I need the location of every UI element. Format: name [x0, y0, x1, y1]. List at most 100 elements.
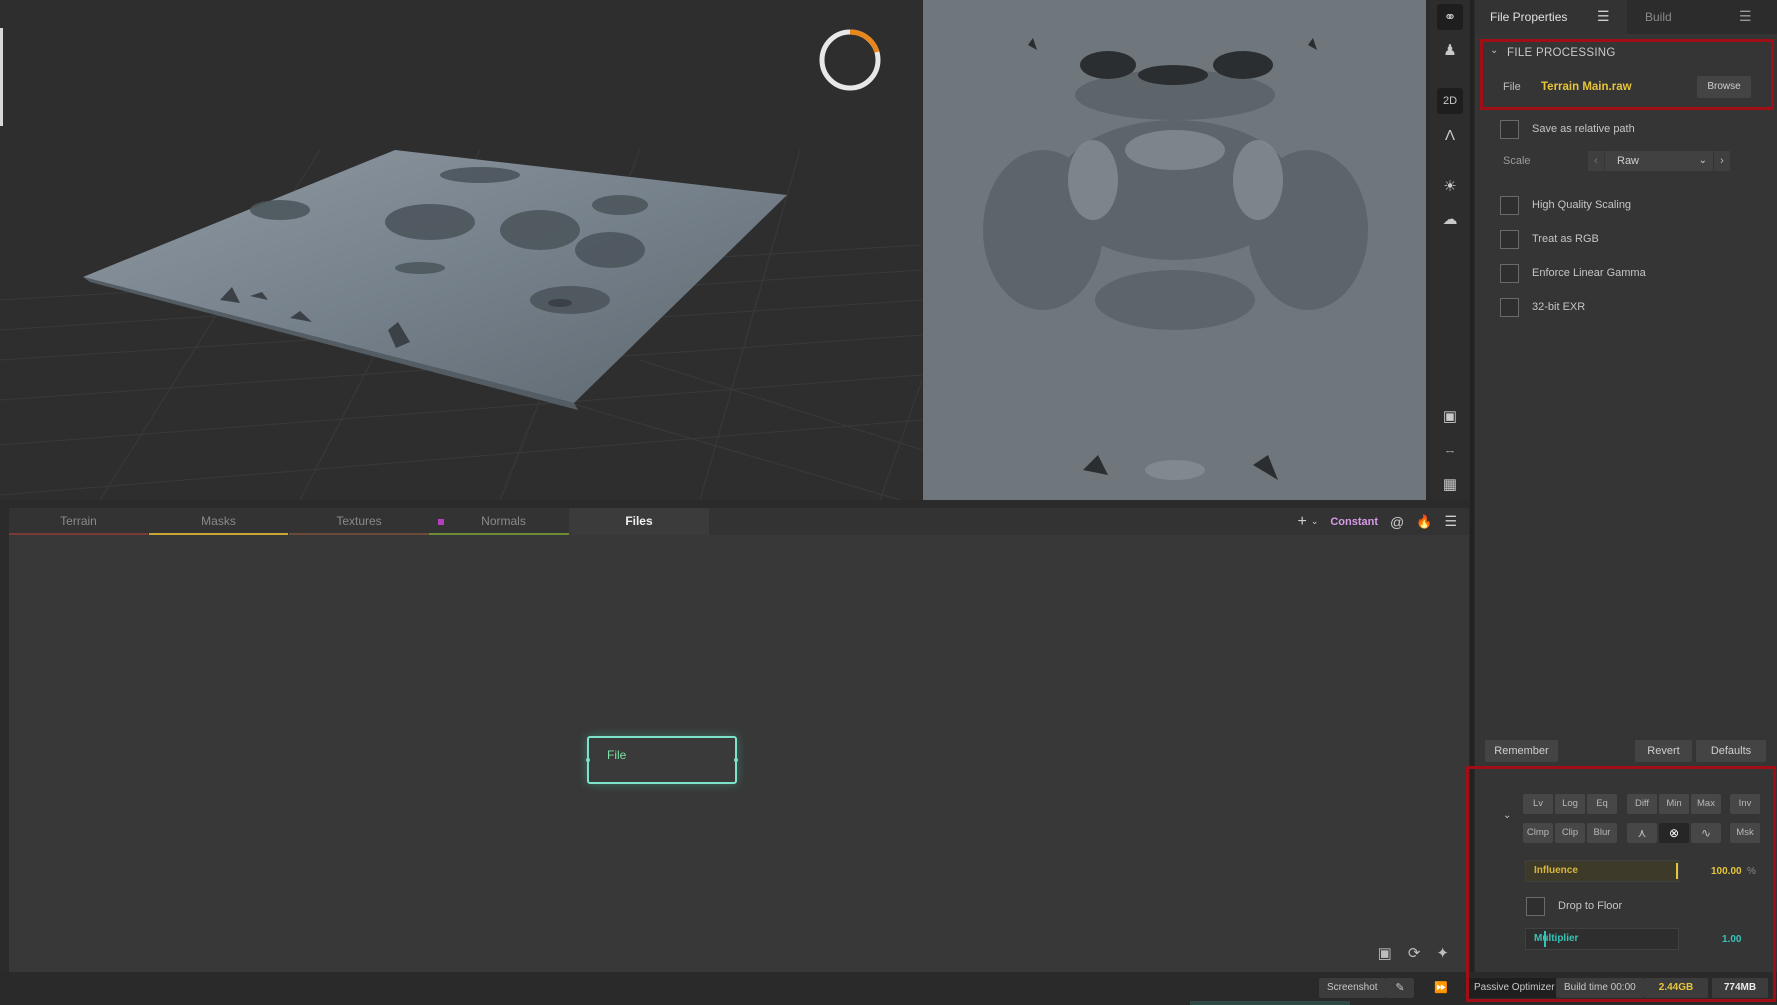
tab-textures[interactable]: Textures: [289, 508, 429, 535]
modifier-log-button[interactable]: Log: [1555, 794, 1585, 814]
add-node-button[interactable]: +: [1297, 513, 1306, 531]
scale-dropdown[interactable]: Raw ⌄: [1605, 151, 1713, 171]
save-relative-row[interactable]: Save as relative path: [1500, 119, 1635, 139]
text-a-icon[interactable]: Λ: [1437, 122, 1463, 148]
chevron-down-icon[interactable]: ⌄: [1490, 45, 1498, 56]
node-input-port[interactable]: [586, 758, 590, 762]
chevron-down-icon[interactable]: ⌄: [1311, 516, 1319, 527]
modifier-msk-button[interactable]: Msk: [1730, 823, 1760, 843]
memory-usage-status: 2.44GB: [1644, 978, 1708, 998]
modifier-clmp-button[interactable]: Clmp: [1523, 823, 1553, 843]
tab-textures-label: Textures: [336, 514, 382, 528]
terrain-3d-render: [0, 29, 922, 500]
at-sign-icon[interactable]: @: [1390, 514, 1404, 530]
influence-handle[interactable]: [1676, 863, 1678, 879]
viewport-toolbar: ⚭ ♟ 2D Λ ☀ ☁ ▣ ⧿ ▦: [1431, 0, 1469, 500]
viewport-3d[interactable]: [0, 0, 922, 500]
blend-circle-icon[interactable]: ⊗: [1659, 823, 1689, 843]
drop-to-floor-row[interactable]: Drop to Floor: [1526, 896, 1622, 916]
link-icon[interactable]: ⚭: [1437, 4, 1463, 30]
menu-icon[interactable]: ☰: [1739, 8, 1752, 25]
modifier-max-button[interactable]: Max: [1691, 794, 1721, 814]
defaults-button[interactable]: Defaults: [1696, 740, 1766, 762]
node-title: File: [607, 748, 627, 762]
modifier-clip-button[interactable]: Clip: [1555, 823, 1585, 843]
flame-icon[interactable]: 🔥: [1416, 514, 1432, 530]
graph-node-file[interactable]: File: [586, 736, 738, 784]
mode-constant-label[interactable]: Constant: [1330, 516, 1378, 528]
modifier-lv-button[interactable]: Lv: [1523, 794, 1553, 814]
node-graph-panel[interactable]: Terrain Masks Textures Normals Files + ⌄…: [9, 508, 1469, 972]
compass-icon[interactable]: ⧿: [1437, 437, 1463, 463]
multiplier-value[interactable]: 1.00: [1722, 934, 1741, 945]
tab-masks[interactable]: Masks: [149, 508, 288, 535]
option-row[interactable]: High Quality Scaling: [1500, 195, 1631, 215]
option-row[interactable]: 32-bit EXR: [1500, 297, 1585, 317]
section-title[interactable]: FILE PROCESSING: [1507, 47, 1616, 59]
modifier-eq-button[interactable]: Eq: [1587, 794, 1617, 814]
tab-terrain-underline: [9, 533, 148, 535]
exr-32bit-checkbox[interactable]: [1500, 297, 1519, 317]
treat-as-rgb-checkbox[interactable]: [1500, 229, 1519, 249]
modifier-min-button[interactable]: Min: [1659, 794, 1689, 814]
fit-view-icon[interactable]: ▣: [1378, 944, 1392, 962]
drop-to-floor-label: Drop to Floor: [1558, 900, 1623, 912]
pencil-icon[interactable]: ✎: [1386, 978, 1414, 998]
modifier-diff-button[interactable]: Diff: [1627, 794, 1657, 814]
screenshot-button[interactable]: Screenshot: [1319, 978, 1386, 998]
curve-wave-icon[interactable]: ∿: [1691, 823, 1721, 843]
person-pin-icon[interactable]: ♟: [1437, 37, 1463, 63]
tab-file-properties-label: File Properties: [1490, 10, 1568, 24]
node-output-port[interactable]: [734, 758, 738, 762]
file-path-value[interactable]: Terrain Main.raw: [1541, 81, 1632, 93]
chevron-down-icon[interactable]: ⌄: [1503, 810, 1511, 821]
high-quality-scaling-checkbox[interactable]: [1500, 195, 1519, 215]
influence-value[interactable]: 100.00: [1711, 866, 1742, 877]
menu-icon[interactable]: ☰: [1444, 513, 1457, 530]
left-edge-handle[interactable]: [0, 28, 3, 126]
graph-view-tools: ▣ ⟳ ✦: [1378, 944, 1449, 962]
influence-slider[interactable]: Influence: [1525, 860, 1679, 882]
save-relative-label: Save as relative path: [1532, 123, 1635, 135]
tab-terrain[interactable]: Terrain: [9, 508, 148, 535]
refresh-icon[interactable]: ⟳: [1408, 944, 1421, 962]
modifier-inv-button[interactable]: Inv: [1730, 794, 1760, 814]
modifier-blur-button[interactable]: Blur: [1587, 823, 1617, 843]
drop-to-floor-checkbox[interactable]: [1526, 896, 1545, 916]
fast-forward-icon[interactable]: ⏩: [1426, 978, 1452, 998]
status-bar: Screenshot ✎ ⏩ Passive Optimizer Build t…: [0, 972, 1777, 1005]
progress-track: [1190, 1001, 1350, 1005]
tab-files[interactable]: Files: [569, 508, 709, 535]
save-relative-checkbox[interactable]: [1500, 119, 1519, 139]
revert-button[interactable]: Revert: [1635, 740, 1692, 762]
tab-normals[interactable]: Normals: [429, 508, 578, 535]
frame-icon[interactable]: ▣: [1437, 403, 1463, 429]
tab-build[interactable]: Build: [1645, 10, 1672, 24]
influence-label: Influence: [1534, 865, 1578, 876]
cloud-icon[interactable]: ☁: [1437, 206, 1463, 232]
tab-masks-label: Masks: [201, 514, 236, 528]
viewport-2d[interactable]: [923, 0, 1426, 500]
sun-icon[interactable]: ☀: [1437, 173, 1463, 199]
tab-terrain-label: Terrain: [60, 514, 97, 528]
panel-divider[interactable]: [1470, 0, 1474, 1005]
menu-icon[interactable]: ☰: [1597, 8, 1610, 25]
option-row[interactable]: Enforce Linear Gamma: [1500, 263, 1646, 283]
grid-icon[interactable]: ▦: [1437, 471, 1463, 497]
tab-masks-underline: [149, 533, 288, 535]
enforce-linear-gamma-label: Enforce Linear Gamma: [1532, 267, 1646, 279]
remember-button[interactable]: Remember: [1485, 740, 1558, 762]
treat-as-rgb-label: Treat as RGB: [1532, 233, 1599, 245]
curve-peak-icon[interactable]: ⋏: [1627, 823, 1657, 843]
scale-prev-button[interactable]: ‹: [1588, 151, 1604, 171]
toggle-2d-button[interactable]: 2D: [1437, 88, 1463, 114]
browse-button[interactable]: Browse: [1697, 76, 1751, 98]
scale-next-button[interactable]: ›: [1714, 151, 1730, 171]
scale-dropdown-value: Raw: [1617, 155, 1640, 167]
passive-optimizer-status[interactable]: Passive Optimizer: [1466, 978, 1563, 998]
multiplier-slider[interactable]: Multiplier: [1525, 928, 1679, 950]
arrange-icon[interactable]: ✦: [1436, 944, 1449, 962]
tab-file-properties[interactable]: File Properties ☰: [1475, 0, 1627, 34]
enforce-linear-gamma-checkbox[interactable]: [1500, 263, 1519, 283]
option-row[interactable]: Treat as RGB: [1500, 229, 1599, 249]
